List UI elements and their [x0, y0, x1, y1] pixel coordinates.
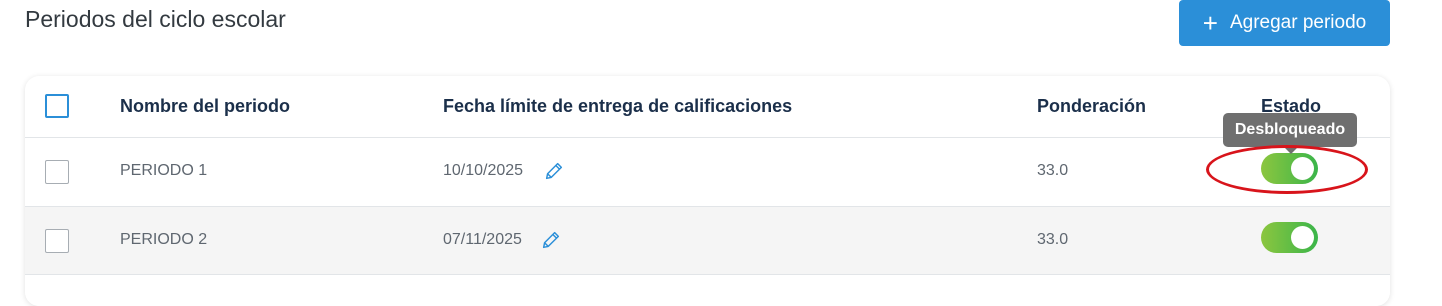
column-header-weight[interactable]: Ponderación — [1037, 96, 1146, 117]
row-checkbox[interactable] — [45, 160, 69, 184]
pencil-edit-icon[interactable] — [540, 229, 562, 251]
add-period-label: Agregar periodo — [1229, 12, 1367, 33]
table-header-row: Nombre del periodo Fecha límite de entre… — [25, 76, 1390, 138]
period-name: PERIODO 2 — [120, 231, 208, 248]
table-row: PERIODO 2 07/11/2025 33.0 — [25, 207, 1390, 275]
toggle-knob — [1291, 226, 1314, 249]
add-period-button[interactable]: + Agregar periodo — [1179, 0, 1390, 46]
status-toggle[interactable] — [1261, 153, 1318, 184]
row-checkbox[interactable] — [45, 229, 69, 253]
status-tooltip: Desbloqueado — [1223, 113, 1357, 147]
table-row: PERIODO 1 10/10/2025 33.0 — [25, 138, 1390, 207]
pencil-edit-icon[interactable] — [543, 160, 565, 182]
period-deadline: 10/10/2025 — [443, 162, 524, 179]
plus-icon: + — [1202, 8, 1218, 38]
periods-table: Nombre del periodo Fecha límite de entre… — [25, 76, 1390, 306]
select-all-checkbox[interactable] — [45, 94, 69, 118]
column-header-deadline[interactable]: Fecha límite de entrega de calificacione… — [443, 96, 792, 117]
period-deadline: 07/11/2025 — [443, 231, 522, 248]
table-row — [25, 275, 1390, 306]
toggle-knob — [1291, 157, 1314, 180]
tooltip-arrow — [1284, 147, 1298, 154]
page-title: Periodos del ciclo escolar — [25, 6, 286, 32]
period-weight: 33.0 — [1037, 231, 1069, 248]
column-header-name[interactable]: Nombre del periodo — [120, 96, 290, 117]
status-toggle[interactable] — [1261, 222, 1318, 253]
period-name: PERIODO 1 — [120, 162, 208, 179]
period-weight: 33.0 — [1037, 162, 1069, 179]
